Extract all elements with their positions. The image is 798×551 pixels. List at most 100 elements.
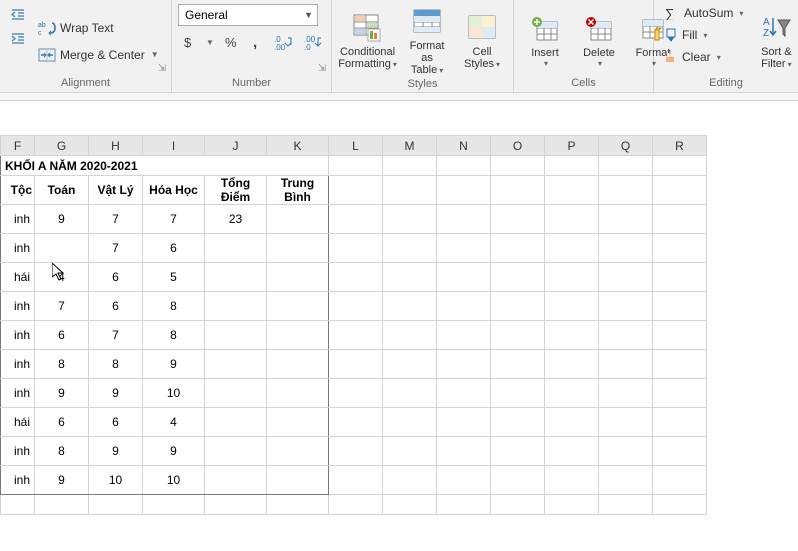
cell[interactable] [267, 350, 329, 379]
cell[interactable] [599, 205, 653, 234]
cell[interactable] [383, 176, 437, 205]
col-header-P[interactable]: P [545, 136, 599, 156]
cell[interactable] [329, 495, 383, 515]
cell[interactable] [491, 350, 545, 379]
header-g[interactable]: Toán [35, 176, 89, 205]
col-header-L[interactable]: L [329, 136, 383, 156]
spreadsheet-grid[interactable]: F G H I J K L M N O P Q R KHỐI A NĂM 202… [0, 135, 798, 515]
cell[interactable] [437, 437, 491, 466]
cell[interactable] [545, 466, 599, 495]
percent-button[interactable]: % [220, 32, 244, 52]
cell[interactable] [491, 408, 545, 437]
merge-center-button[interactable]: Merge & Center ▼ [34, 46, 163, 64]
cell[interactable] [437, 379, 491, 408]
clear-button[interactable]: Clear ▾ [660, 48, 747, 66]
format-as-table-button[interactable]: Format asTable▾ [401, 4, 453, 78]
cell[interactable] [491, 437, 545, 466]
cell[interactable] [267, 292, 329, 321]
cell[interactable] [329, 379, 383, 408]
sort-filter-button[interactable]: AZ Sort &Filter▾ [751, 4, 798, 77]
cell[interactable] [205, 321, 267, 350]
header-k[interactable]: Trung Bình [267, 176, 329, 205]
col-header-F[interactable]: F [1, 136, 35, 156]
cell[interactable] [437, 234, 491, 263]
cell[interactable] [205, 292, 267, 321]
cell[interactable]: inh [1, 205, 35, 234]
cell[interactable]: 6 [35, 408, 89, 437]
cell[interactable] [653, 437, 707, 466]
cell[interactable] [329, 205, 383, 234]
cell[interactable] [383, 205, 437, 234]
cell[interactable] [545, 176, 599, 205]
cell[interactable] [599, 292, 653, 321]
cell[interactable]: 6 [89, 263, 143, 292]
cell[interactable] [329, 466, 383, 495]
cell[interactable] [545, 292, 599, 321]
cell[interactable] [653, 495, 707, 515]
cell[interactable] [267, 408, 329, 437]
cell[interactable]: 6 [89, 408, 143, 437]
cell[interactable] [653, 263, 707, 292]
cell[interactable] [205, 379, 267, 408]
cell[interactable] [329, 437, 383, 466]
cell[interactable] [437, 292, 491, 321]
cell[interactable] [599, 321, 653, 350]
cell[interactable] [545, 156, 599, 176]
col-header-G[interactable]: G [35, 136, 89, 156]
cell[interactable]: 10 [143, 379, 205, 408]
cell[interactable] [267, 437, 329, 466]
cell[interactable] [383, 466, 437, 495]
cell-styles-button[interactable]: CellStyles▾ [457, 4, 507, 78]
cell[interactable] [491, 176, 545, 205]
cell[interactable] [653, 466, 707, 495]
cell[interactable]: 6 [89, 292, 143, 321]
cell[interactable]: inh [1, 379, 35, 408]
cell[interactable]: 8 [143, 321, 205, 350]
cell[interactable]: 4 [35, 263, 89, 292]
cell[interactable] [653, 408, 707, 437]
cell[interactable] [437, 466, 491, 495]
cell[interactable] [267, 234, 329, 263]
cell[interactable] [545, 205, 599, 234]
cell[interactable] [599, 379, 653, 408]
cell[interactable] [545, 437, 599, 466]
cell[interactable] [383, 321, 437, 350]
cell[interactable]: inh [1, 350, 35, 379]
cell[interactable] [329, 156, 383, 176]
cell[interactable] [599, 495, 653, 515]
cell[interactable] [383, 234, 437, 263]
cell[interactable] [545, 379, 599, 408]
cell[interactable] [329, 176, 383, 205]
cell[interactable] [205, 495, 267, 515]
cell[interactable]: hái [1, 408, 35, 437]
cell[interactable] [653, 350, 707, 379]
cell[interactable] [491, 234, 545, 263]
cell[interactable] [383, 292, 437, 321]
col-header-J[interactable]: J [205, 136, 267, 156]
col-header-I[interactable]: I [143, 136, 205, 156]
cell[interactable] [329, 263, 383, 292]
cell[interactable] [437, 176, 491, 205]
cell[interactable]: 6 [35, 321, 89, 350]
cell[interactable] [383, 495, 437, 515]
increase-decimal-button[interactable]: .0.00 [270, 32, 298, 52]
conditional-formatting-button[interactable]: ConditionalFormatting▾ [338, 4, 397, 78]
cell[interactable] [599, 437, 653, 466]
cell[interactable] [205, 350, 267, 379]
cell[interactable] [599, 156, 653, 176]
cell[interactable] [437, 156, 491, 176]
cell[interactable] [599, 350, 653, 379]
cell[interactable] [491, 321, 545, 350]
decrease-decimal-button[interactable]: .00.0 [300, 32, 328, 52]
cell[interactable] [545, 350, 599, 379]
cell[interactable] [437, 321, 491, 350]
cell[interactable] [491, 292, 545, 321]
title-cell[interactable]: KHỐI A NĂM 2020-2021 [1, 156, 329, 176]
cell[interactable] [653, 205, 707, 234]
header-i[interactable]: Hóa Học [143, 176, 205, 205]
cell[interactable] [491, 379, 545, 408]
cell[interactable]: 10 [89, 466, 143, 495]
cell[interactable] [267, 205, 329, 234]
wrap-text-button[interactable]: abc Wrap Text [34, 18, 163, 38]
cell[interactable] [653, 156, 707, 176]
